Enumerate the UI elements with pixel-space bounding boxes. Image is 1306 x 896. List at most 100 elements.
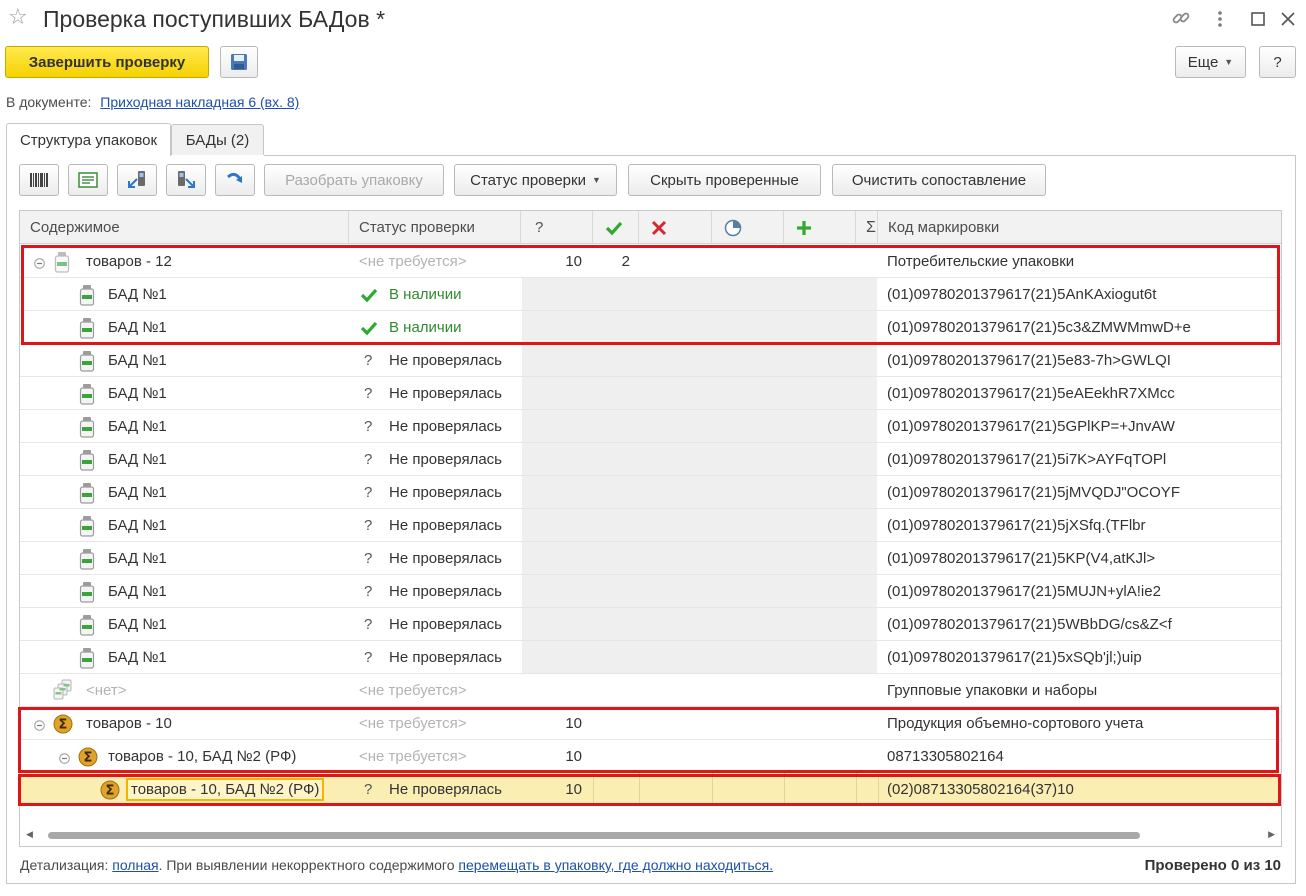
row-marking-code: (01)09780201379617(21)5MUJN+ylA!ie2 [887, 583, 1161, 600]
clear-matching-button[interactable]: Очистить сопоставление [832, 164, 1046, 196]
row-content[interactable]: товаров - 10, БАД №2 (РФ) [126, 778, 325, 801]
column-extra-icon[interactable] [784, 211, 856, 244]
table-row[interactable]: Σтоваров - 10, БАД №2 (РФ)? Не проверялас… [20, 773, 1281, 806]
column-code[interactable]: Код маркировки [878, 211, 1281, 244]
table-row[interactable]: Σтоваров - 10, БАД №2 (РФ) <не требуется>… [20, 740, 1281, 773]
row-status: В наличии [389, 286, 462, 303]
table-row[interactable]: Σтоваров - 10 <не требуется> 10 Продукция о… [20, 707, 1281, 740]
column-present-icon[interactable] [593, 211, 639, 244]
row-content[interactable]: БАД №1 [108, 641, 167, 674]
row-marking-code: (01)09780201379617(21)5e83-7h>GWLQI [887, 352, 1171, 369]
row-content[interactable]: БАД №1 [108, 311, 167, 344]
check-status-dropdown[interactable]: Статус проверки ▼ [454, 164, 617, 196]
row-marking-code: (01)09780201379617(21)5jXSfq.(TFlbr [887, 517, 1146, 534]
svg-text:Σ: Σ [59, 718, 68, 733]
svg-text:Σ: Σ [84, 751, 93, 766]
question-mark-icon: ? [364, 649, 373, 666]
column-missing-icon[interactable] [639, 211, 712, 244]
scanner-export-button[interactable] [166, 164, 206, 196]
row-content[interactable]: БАД №1 [108, 509, 167, 542]
check-status-label: Статус проверки [470, 171, 586, 189]
row-content[interactable]: БАД №1 [108, 476, 167, 509]
help-button[interactable]: ? [1259, 46, 1296, 78]
detail-link[interactable]: полная [112, 857, 158, 873]
row-content[interactable]: товаров - 12 [86, 245, 172, 278]
detail-label: Детализация: [20, 857, 109, 873]
table-row[interactable]: БАД №1? Не проверялась (01)09780201379617(… [20, 509, 1281, 542]
collapse-toggle-icon[interactable] [59, 751, 70, 768]
unpack-button[interactable]: Разобрать упаковку [264, 164, 444, 196]
column-sum-icon[interactable]: Σ [856, 211, 878, 244]
row-content[interactable]: БАД №1 [108, 344, 167, 377]
scanner-import-button[interactable] [117, 164, 157, 196]
row-content[interactable]: товаров - 10 [86, 707, 172, 740]
table-row[interactable]: БАД №1 В наличии (01)09780201379617(21)5An… [20, 278, 1281, 311]
scan-barcode-button[interactable] [19, 164, 59, 196]
table-row[interactable]: БАД №1? Не проверялась (01)09780201379617(… [20, 476, 1281, 509]
row-status: <не требуется> [359, 682, 467, 699]
redirect-button[interactable] [215, 164, 255, 196]
row-marking-code: (01)09780201379617(21)5WBbDG/cs&Z<f [887, 616, 1172, 633]
scroll-right-icon[interactable]: ▶ [1268, 829, 1275, 840]
row-content[interactable]: БАД №1 [108, 575, 167, 608]
tab-supplements[interactable]: БАДы (2) [171, 124, 264, 155]
row-status: Не проверялась [389, 649, 502, 666]
move-mode-link[interactable]: перемещать в упаковку, где должно находи… [458, 857, 773, 873]
horizontal-scrollbar[interactable]: ◀ ▶ [20, 826, 1281, 844]
package-structure-table[interactable]: Содержимое Статус проверки ? Σ Код марки… [19, 210, 1282, 847]
count-cells-shade [522, 278, 877, 310]
collapse-toggle-icon[interactable] [34, 718, 45, 735]
row-content[interactable]: БАД №1 [108, 278, 167, 311]
table-row[interactable]: БАД №1? Не проверялась (01)09780201379617(… [20, 377, 1281, 410]
table-row[interactable]: БАД №1? Не проверялась (01)09780201379617(… [20, 443, 1281, 476]
row-content[interactable]: БАД №1 [108, 443, 167, 476]
table-row[interactable]: БАД №1? Не проверялась (01)09780201379617(… [20, 344, 1281, 377]
bottle-icon [78, 350, 96, 376]
data-matrix-button[interactable] [68, 164, 108, 196]
count-cells-shade [522, 608, 877, 640]
row-content[interactable]: БАД №1 [108, 542, 167, 575]
table-row[interactable]: БАД №1? Не проверялась (01)09780201379617(… [20, 410, 1281, 443]
row-content[interactable]: <нет> [86, 674, 127, 707]
row-status: Не проверялась [389, 451, 502, 468]
row-marking-code: (01)09780201379617(21)5jMVQDJ"OCOYF [887, 484, 1180, 501]
scrollbar-thumb[interactable] [48, 832, 1140, 839]
table-row[interactable]: БАД №1? Не проверялась (01)09780201379617(… [20, 542, 1281, 575]
more-menu-button[interactable]: Еще ▼ [1175, 46, 1246, 78]
save-button[interactable] [220, 46, 258, 78]
finish-check-button[interactable]: Завершить проверку [5, 46, 209, 78]
document-link[interactable]: Приходная накладная 6 (вх. 8) [100, 94, 299, 110]
table-row[interactable]: товаров - 12 <не требуется> 10 2 Потребитель… [20, 245, 1281, 278]
link-icon[interactable] [1171, 8, 1191, 31]
question-mark-icon: ? [364, 550, 373, 567]
row-unknown-count: 10 [565, 748, 582, 765]
more-vertical-icon[interactable] [1210, 9, 1230, 32]
row-content[interactable]: товаров - 10, БАД №2 (РФ) [108, 740, 296, 773]
hide-checked-button[interactable]: Скрыть проверенные [628, 164, 821, 196]
favorite-star-icon[interactable]: ☆ [8, 6, 28, 28]
row-content[interactable]: БАД №1 [108, 410, 167, 443]
column-content[interactable]: Содержимое [20, 211, 349, 244]
question-mark-icon: ? [364, 418, 373, 435]
checked-counter: Проверено 0 из 10 [1144, 857, 1281, 874]
close-icon[interactable] [1278, 9, 1298, 32]
column-separator [639, 773, 640, 805]
count-cells-shade [522, 641, 877, 673]
table-row[interactable]: <нет> <не требуется> Групповые упаковки и … [20, 674, 1281, 707]
table-row[interactable]: БАД №1? Не проверялась (01)09780201379617(… [20, 575, 1281, 608]
table-row[interactable]: БАД №1? Не проверялась (01)09780201379617(… [20, 641, 1281, 674]
tab-package-structure[interactable]: Структура упаковок [6, 123, 171, 156]
row-content[interactable]: БАД №1 [108, 608, 167, 641]
row-status: Не проверялась [389, 583, 502, 600]
column-status[interactable]: Статус проверки [349, 211, 521, 244]
column-separator [784, 773, 785, 805]
row-content[interactable]: БАД №1 [108, 377, 167, 410]
column-partial-icon[interactable] [712, 211, 784, 244]
scroll-left-icon[interactable]: ◀ [26, 829, 33, 840]
table-row[interactable]: БАД №1? Не проверялась (01)09780201379617(… [20, 608, 1281, 641]
maximize-icon[interactable] [1248, 9, 1268, 32]
row-marking-code: (01)09780201379617(21)5AnKAxiogut6t [887, 286, 1157, 303]
collapse-toggle-icon[interactable] [34, 256, 45, 273]
column-unknown[interactable]: ? [521, 211, 593, 244]
table-row[interactable]: БАД №1 В наличии (01)09780201379617(21)5c3… [20, 311, 1281, 344]
